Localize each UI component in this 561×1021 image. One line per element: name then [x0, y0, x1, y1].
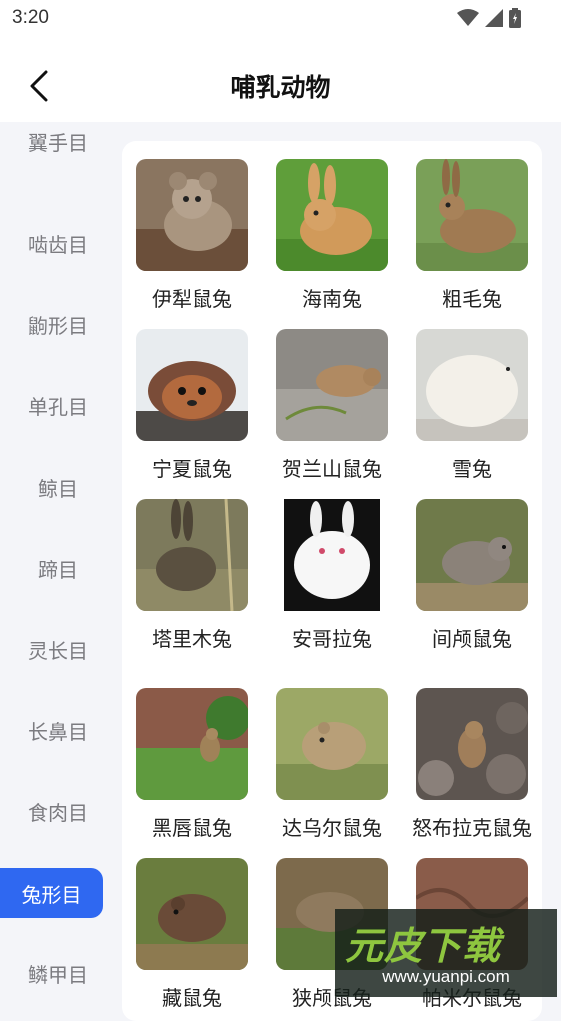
- animal-photo: [136, 159, 248, 271]
- animal-name: 雪兔: [452, 457, 492, 481]
- status-bar: 3:20: [0, 0, 561, 40]
- sidebar-item-chiroptera[interactable]: 翼手目: [0, 131, 116, 179]
- animal-photo: [276, 329, 388, 441]
- animal-name: 伊犁鼠兔: [152, 287, 232, 311]
- header: 哺乳动物: [0, 40, 561, 122]
- sidebar-item-label: 食肉目: [28, 800, 88, 825]
- sidebar-item-label: 翼手目: [28, 131, 88, 155]
- animal-photo: [276, 688, 388, 800]
- animal-photo: [416, 329, 528, 441]
- signal-icon: [485, 9, 503, 31]
- sidebar-item-proboscidea[interactable]: 长鼻目: [0, 705, 116, 755]
- sidebar-item-monotremata[interactable]: 单孔目: [0, 380, 116, 430]
- animal-photo: [416, 688, 528, 800]
- animal-name: 宁夏鼠兔: [152, 457, 232, 481]
- category-sidebar[interactable]: 翼手目 啮齿目 鼩形目 单孔目 鲸目 蹄目 灵长目 长鼻目 食肉目 兔形目 鳞甲…: [0, 122, 116, 999]
- status-icons: [457, 8, 521, 32]
- animal-name: 怒布拉克鼠兔: [412, 816, 532, 840]
- animal-name: 黑唇鼠兔: [152, 816, 232, 840]
- page-title: 哺乳动物: [230, 73, 331, 102]
- wifi-icon: [457, 9, 479, 31]
- sidebar-item-label: 鲸目: [38, 476, 78, 501]
- sidebar-item-lagomorpha[interactable]: 兔形目: [0, 868, 103, 918]
- animal-photo: [136, 688, 248, 800]
- sidebar-item-label: 蹄目: [38, 557, 78, 582]
- animal-photo: [136, 499, 248, 611]
- sidebar-item-cetacea[interactable]: 鲸目: [0, 462, 116, 512]
- watermark-title: 元皮下载: [345, 924, 502, 968]
- sidebar-item-pholidota[interactable]: 鳞甲目: [0, 948, 116, 998]
- sidebar-item-soricomorpha[interactable]: 鼩形目: [0, 299, 116, 349]
- animal-photo: [136, 858, 248, 970]
- watermark-logo: 元皮下载 www.yuanpi.com: [335, 909, 557, 997]
- animal-photo: [416, 499, 528, 611]
- watermark-url: www.yuanpi.com: [382, 967, 510, 986]
- sidebar-item-label: 兔形目: [21, 882, 82, 907]
- battery-icon: [509, 8, 521, 32]
- sidebar-item-label: 鳞甲目: [28, 962, 88, 987]
- animal-name: 达乌尔鼠兔: [282, 816, 382, 840]
- animal-photo: [276, 499, 388, 611]
- animal-grid: 伊犁鼠兔 海南兔 粗毛兔 宁夏鼠兔 贺兰山鼠兔 雪兔 塔里木兔 安哥拉兔 间颅鼠…: [122, 141, 542, 1021]
- sidebar-item-label: 单孔目: [28, 394, 88, 419]
- sidebar-item-ungulata[interactable]: 蹄目: [0, 543, 116, 593]
- sidebar-item-label: 啮齿目: [28, 232, 88, 257]
- sidebar-item-rodentia[interactable]: 啮齿目: [0, 218, 116, 268]
- animal-name: 安哥拉兔: [292, 627, 372, 651]
- animal-name: 塔里木兔: [152, 627, 232, 651]
- sidebar-item-carnivora[interactable]: 食肉目: [0, 786, 116, 836]
- animal-name: 藏鼠兔: [162, 986, 222, 1010]
- animal-name: 海南兔: [302, 287, 362, 311]
- status-time: 3:20: [12, 7, 49, 28]
- animal-photo: [136, 329, 248, 441]
- animal-name: 间颅鼠兔: [432, 627, 512, 651]
- animal-name: 粗毛兔: [442, 287, 502, 311]
- sidebar-item-label: 长鼻目: [28, 719, 88, 744]
- animal-name: 贺兰山鼠兔: [282, 457, 382, 481]
- animal-photo: [416, 159, 528, 271]
- sidebar-item-label: 鼩形目: [28, 313, 88, 338]
- animal-photo: [276, 159, 388, 271]
- sidebar-item-label: 灵长目: [28, 638, 88, 663]
- sidebar-item-primates[interactable]: 灵长目: [0, 624, 116, 674]
